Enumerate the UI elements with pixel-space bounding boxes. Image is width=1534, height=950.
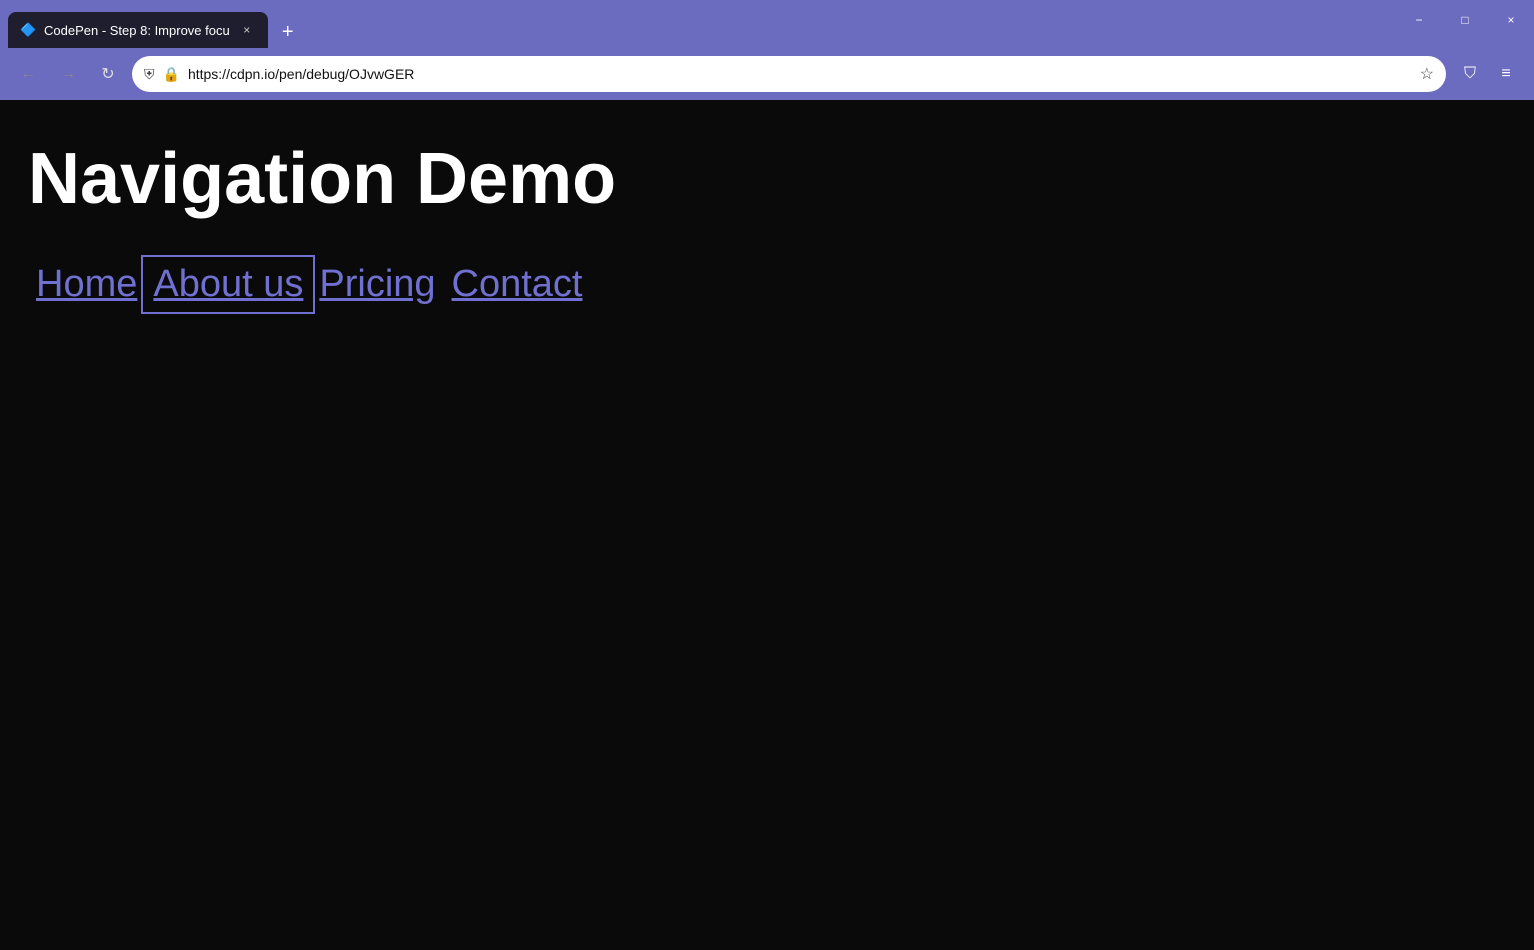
webpage-content: Navigation Demo HomeAbout usPricingConta… bbox=[0, 100, 1534, 950]
tab-favicon: 🔷 bbox=[20, 22, 36, 38]
minimize-button[interactable]: − bbox=[1396, 0, 1442, 40]
back-button[interactable]: ← bbox=[12, 58, 44, 90]
shield-icon: ⛨ bbox=[144, 66, 155, 83]
tab-title: CodePen - Step 8: Improve focu bbox=[44, 23, 230, 38]
refresh-button[interactable]: ↻ bbox=[92, 58, 124, 90]
tab-bar: 🔷 CodePen - Step 8: Improve focu × + − □… bbox=[0, 0, 1534, 48]
lock-icon: 🔒 bbox=[163, 66, 180, 83]
page-title: Navigation Demo bbox=[28, 140, 1506, 219]
tab-close-button[interactable]: × bbox=[238, 21, 256, 39]
nav-link-home[interactable]: Home bbox=[28, 259, 145, 310]
navigation-links: HomeAbout usPricingContact bbox=[28, 259, 1506, 310]
nav-link-contact[interactable]: Contact bbox=[444, 259, 591, 310]
browser-chrome: 🔷 CodePen - Step 8: Improve focu × + − □… bbox=[0, 0, 1534, 100]
pocket-icon[interactable]: ⛉ bbox=[1454, 58, 1486, 90]
nav-link-pricing[interactable]: Pricing bbox=[311, 259, 443, 310]
address-url[interactable]: https://cdpn.io/pen/debug/OJvwGER bbox=[188, 66, 1412, 82]
address-bar: ← → ↻ ⛨ 🔒 https://cdpn.io/pen/debug/OJvw… bbox=[0, 48, 1534, 100]
close-button[interactable]: × bbox=[1488, 0, 1534, 40]
window-controls: − □ × bbox=[1396, 0, 1534, 40]
nav-link-about-us[interactable]: About us bbox=[145, 259, 311, 310]
menu-icon[interactable]: ≡ bbox=[1490, 58, 1522, 90]
toolbar-icons: ⛉ ≡ bbox=[1454, 58, 1522, 90]
maximize-button[interactable]: □ bbox=[1442, 0, 1488, 40]
address-input-wrap[interactable]: ⛨ 🔒 https://cdpn.io/pen/debug/OJvwGER ☆ bbox=[132, 56, 1446, 92]
forward-button[interactable]: → bbox=[52, 58, 84, 90]
active-tab[interactable]: 🔷 CodePen - Step 8: Improve focu × bbox=[8, 12, 268, 48]
bookmark-icon[interactable]: ☆ bbox=[1420, 64, 1434, 84]
new-tab-button[interactable]: + bbox=[272, 16, 304, 48]
